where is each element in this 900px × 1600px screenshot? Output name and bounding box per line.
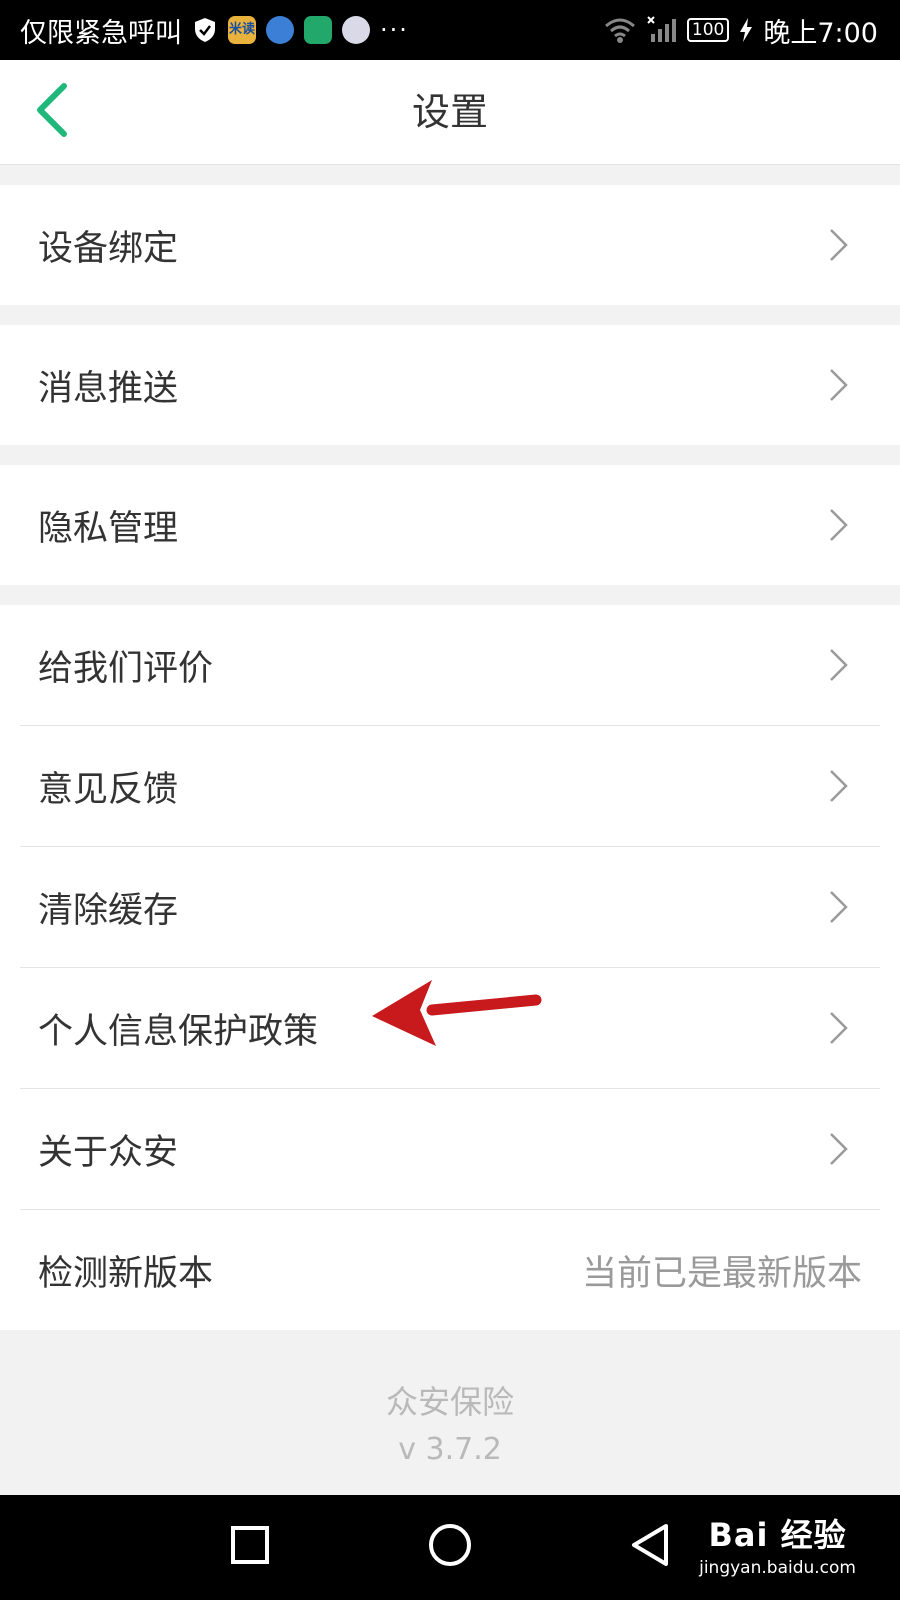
row-label: 意见反馈	[38, 769, 179, 810]
chevron-right-icon	[830, 1012, 848, 1044]
shield-icon	[195, 18, 215, 42]
chart-app-icon	[304, 16, 332, 44]
row-label: 隐私管理	[38, 508, 179, 549]
back-triangle-icon[interactable]	[630, 1523, 670, 1567]
chevron-right-icon	[830, 770, 848, 802]
heart-app-icon	[342, 16, 370, 44]
chevron-right-icon	[830, 229, 848, 261]
row-device-binding[interactable]: 设备绑定	[0, 185, 900, 305]
row-label: 设备绑定	[38, 228, 179, 269]
row-clear-cache[interactable]: 清除缓存	[0, 847, 900, 967]
settings-group-general: 给我们评价 意见反馈 清除缓存 个人信息保护政策 关于众安 检测新版本 当前已是…	[0, 605, 900, 1330]
browser-app-icon	[266, 16, 294, 44]
chevron-right-icon	[830, 1133, 848, 1165]
clock: 晚上7:00	[763, 17, 878, 49]
recents-square-icon[interactable]	[230, 1525, 270, 1565]
settings-group-device: 设备绑定	[0, 185, 900, 305]
home-circle-icon[interactable]	[428, 1523, 472, 1567]
page-title: 设置	[411, 90, 488, 134]
watermark-url: jingyan.baidu.com	[699, 1558, 856, 1578]
app-header: 设置	[0, 60, 900, 165]
chevron-right-icon	[830, 369, 848, 401]
chevron-right-icon	[830, 891, 848, 923]
row-label: 清除缓存	[38, 890, 179, 931]
status-bar-right: 100 晚上7:00	[603, 0, 878, 60]
status-bar-left: 仅限紧急呼叫 米读 ···	[20, 0, 409, 60]
wifi-icon	[604, 18, 635, 43]
row-about[interactable]: 关于众安	[0, 1089, 900, 1209]
row-privacy-management[interactable]: 隐私管理	[0, 465, 900, 585]
app-footer: 众安保险 v 3.7.2	[0, 1380, 900, 1472]
status-bar: 仅限紧急呼叫 米读 ··· 100 晚上7:00	[0, 0, 900, 60]
settings-group-privacy: 隐私管理	[0, 465, 900, 585]
more-notifications-icon: ···	[380, 16, 409, 44]
row-check-update[interactable]: 检测新版本 当前已是最新版本	[0, 1210, 900, 1330]
chevron-right-icon	[830, 509, 848, 541]
row-label: 检测新版本	[38, 1253, 214, 1294]
signal-icon	[647, 16, 676, 42]
row-label: 消息推送	[38, 368, 179, 409]
reader-app-icon: 米读	[228, 16, 256, 44]
chevron-right-icon	[830, 649, 848, 681]
charging-icon	[740, 18, 753, 42]
row-push-notifications[interactable]: 消息推送	[0, 325, 900, 445]
app-name: 众安保险	[385, 1383, 514, 1421]
baidu-watermark: Bai 经验 jingyan.baidu.com	[699, 1510, 856, 1578]
watermark-logo-text: Bai 经验	[708, 1516, 847, 1554]
row-label: 给我们评价	[38, 648, 214, 689]
row-feedback[interactable]: 意见反馈	[0, 726, 900, 846]
battery-indicator: 100	[686, 18, 730, 42]
settings-group-push: 消息推送	[0, 325, 900, 445]
row-label: 关于众安	[38, 1132, 179, 1173]
row-rate-us[interactable]: 给我们评价	[0, 605, 900, 725]
app-version: v 3.7.2	[398, 1432, 502, 1467]
annotation-arrow-icon	[372, 980, 542, 1046]
carrier-text: 仅限紧急呼叫	[20, 17, 182, 49]
row-label: 个人信息保护政策	[38, 1011, 319, 1052]
update-status-text: 当前已是最新版本	[581, 1253, 862, 1294]
